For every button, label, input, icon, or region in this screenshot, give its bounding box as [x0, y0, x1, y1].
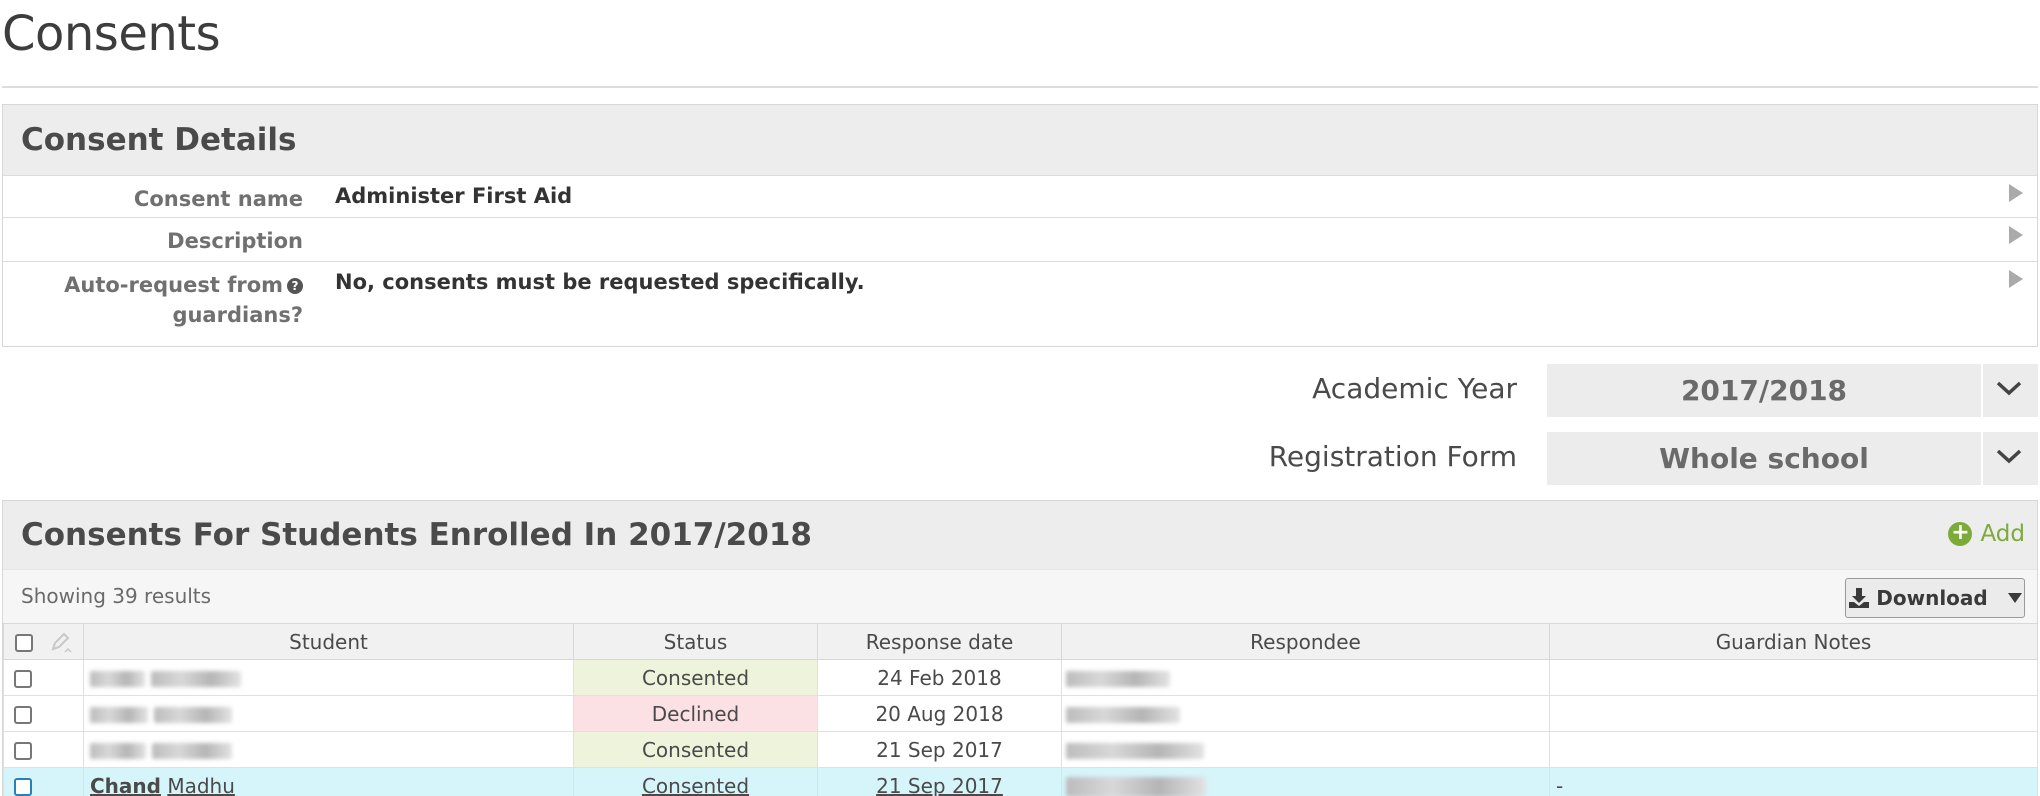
- consent-details-heading: Consent Details: [21, 122, 297, 158]
- auto-request-label-line2: guardians?: [172, 303, 303, 327]
- row-checkbox[interactable]: [14, 742, 32, 760]
- status-cell: Declined: [573, 695, 818, 732]
- response-date-cell: 24 Feb 2018: [817, 659, 1062, 696]
- student-last-name-link[interactable]: Chand: [90, 774, 161, 796]
- table-row[interactable]: Consented 21 Sep 2017: [3, 731, 2038, 768]
- status-cell: Consented: [573, 731, 818, 768]
- academic-year-label: Academic Year: [1312, 372, 1517, 405]
- row-checkbox[interactable]: [14, 778, 32, 796]
- pencil-icon[interactable]: [50, 632, 72, 654]
- auto-request-label-line1: Auto-request from: [64, 273, 283, 297]
- row-select-cell: [3, 767, 84, 796]
- consents-list-panel: Consents For Students Enrolled In 2017/2…: [2, 500, 2038, 796]
- redacted-name: [154, 707, 233, 723]
- registration-form-select[interactable]: Whole school: [1547, 432, 2038, 485]
- respondee-cell: [1061, 695, 1550, 732]
- download-label: Download: [1876, 586, 1988, 610]
- table-header-row: Student Status Response date Respondee G…: [3, 623, 2038, 660]
- student-cell[interactable]: [83, 731, 574, 768]
- academic-year-value: 2017/2018: [1680, 374, 1848, 407]
- redacted-name: [90, 707, 148, 723]
- consent-details-panel: Consent Details Consent name Administer …: [2, 104, 2038, 347]
- redacted-name: [1066, 777, 1206, 796]
- respondee-cell: [1061, 659, 1550, 696]
- results-count: Showing 39 results: [21, 584, 212, 608]
- chevron-down-icon[interactable]: [1995, 376, 2023, 400]
- student-cell[interactable]: [83, 659, 574, 696]
- redacted-name: [152, 743, 233, 759]
- consents-table: Student Status Response date Respondee G…: [3, 623, 2038, 796]
- description-value: [303, 218, 335, 261]
- consent-name-label: Consent name: [133, 187, 303, 211]
- column-header-guardian-notes[interactable]: Guardian Notes: [1549, 623, 2038, 660]
- guardian-notes-cell: [1549, 731, 2038, 768]
- consents-list-header: Consents For Students Enrolled In 2017/2…: [3, 501, 2037, 569]
- consents-list-heading: Consents For Students Enrolled In 2017/2…: [21, 517, 812, 553]
- redacted-name: [151, 671, 242, 687]
- auto-request-value: No, consents must be requested specifica…: [335, 270, 865, 294]
- guardian-notes-cell: -: [1549, 767, 2038, 796]
- table-row-selected[interactable]: Chand Madhu Consented 21 Sep 2017 -: [3, 767, 2038, 796]
- response-date-cell: 20 Aug 2018: [817, 695, 1062, 732]
- page-title: Consents: [2, 6, 221, 62]
- registration-form-value: Whole school: [1659, 442, 1869, 475]
- respondee-cell: [1061, 767, 1550, 796]
- guardian-notes-cell: [1549, 695, 2038, 732]
- consent-details-header: Consent Details: [3, 105, 2037, 175]
- redacted-name: [90, 743, 146, 759]
- table-row[interactable]: Consented 24 Feb 2018: [3, 659, 2038, 696]
- results-bar: Showing 39 results Download: [3, 569, 2037, 623]
- student-first-name-link[interactable]: Madhu: [167, 774, 235, 796]
- redacted-name: [90, 671, 145, 687]
- redacted-name: [1066, 743, 1204, 759]
- download-icon: [1849, 588, 1870, 608]
- row-checkbox[interactable]: [14, 706, 32, 724]
- column-header-response-date[interactable]: Response date: [817, 623, 1062, 660]
- student-cell[interactable]: Chand Madhu: [83, 767, 574, 796]
- academic-year-select[interactable]: 2017/2018: [1547, 364, 2038, 417]
- detail-row-consent-name[interactable]: Consent name Administer First Aid: [3, 175, 2037, 217]
- select-all-header: [3, 623, 84, 660]
- detail-row-description[interactable]: Description: [3, 217, 2037, 261]
- auto-request-label: Auto-request from? guardians?: [3, 262, 303, 347]
- column-header-status[interactable]: Status: [573, 623, 818, 660]
- student-cell[interactable]: [83, 695, 574, 732]
- status-cell[interactable]: Consented: [573, 767, 818, 796]
- consent-name-value: Administer First Aid: [335, 184, 573, 208]
- registration-form-label: Registration Form: [1268, 440, 1517, 473]
- title-divider: [2, 86, 2038, 88]
- row-select-cell: [3, 659, 84, 696]
- help-icon[interactable]: ?: [287, 278, 303, 294]
- select-all-checkbox[interactable]: [15, 633, 34, 652]
- description-label: Description: [167, 229, 303, 253]
- download-button[interactable]: Download: [1845, 578, 2025, 618]
- column-header-student[interactable]: Student: [83, 623, 574, 660]
- respondee-cell: [1061, 731, 1550, 768]
- table-row[interactable]: Declined 20 Aug 2018: [3, 695, 2038, 732]
- response-date-cell: 21 Sep 2017: [817, 731, 1062, 768]
- select-divider: [1981, 364, 1983, 417]
- detail-row-auto-request[interactable]: Auto-request from? guardians? No, consen…: [3, 261, 2037, 347]
- row-checkbox[interactable]: [14, 670, 32, 688]
- expand-arrow-icon[interactable]: [2009, 226, 2023, 244]
- caret-down-icon: [2007, 593, 2022, 603]
- redacted-name: [1066, 671, 1170, 687]
- expand-arrow-icon[interactable]: [2009, 184, 2023, 202]
- column-header-respondee[interactable]: Respondee: [1061, 623, 1550, 660]
- redacted-name: [1066, 707, 1180, 723]
- expand-arrow-icon[interactable]: [2009, 270, 2023, 288]
- select-divider: [1981, 432, 1983, 485]
- guardian-notes-cell: [1549, 659, 2038, 696]
- response-date-cell[interactable]: 21 Sep 2017: [817, 767, 1062, 796]
- row-select-cell: [3, 695, 84, 732]
- add-button[interactable]: + Add: [1948, 521, 2025, 547]
- add-label: Add: [1980, 521, 2025, 547]
- row-select-cell: [3, 731, 84, 768]
- status-cell: Consented: [573, 659, 818, 696]
- plus-circle-icon: +: [1948, 522, 1973, 546]
- chevron-down-icon[interactable]: [1995, 444, 2023, 468]
